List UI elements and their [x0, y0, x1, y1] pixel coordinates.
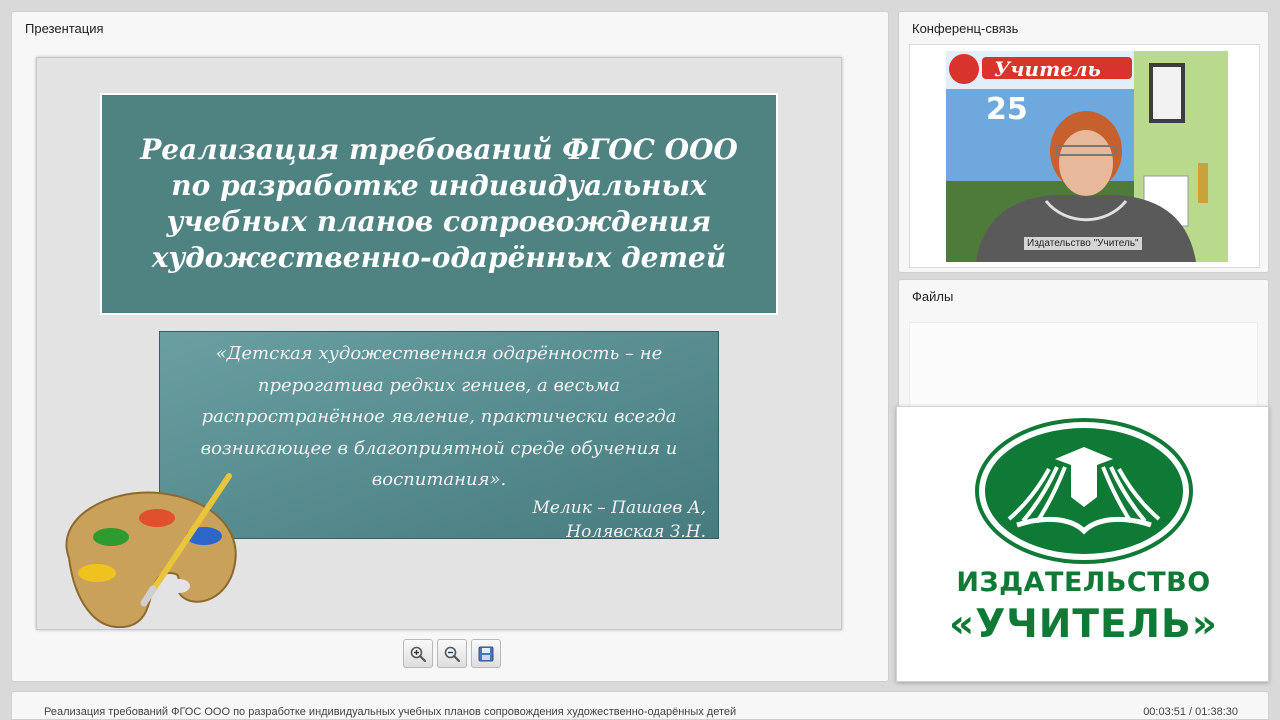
files-panel-title: Файлы: [912, 289, 954, 304]
logo-text-line1: ИЗДАТЕЛЬСТВО: [956, 567, 1211, 598]
slide-title-box: Реализация требований ФГОС ООО по разраб…: [100, 93, 778, 315]
presentation-panel: Презентация Реализация требований ФГОС О…: [11, 11, 889, 682]
zoom-out-button[interactable]: [437, 639, 467, 668]
video-stream-image: Учитель 25: [946, 51, 1228, 262]
conference-panel: Конференц-связь Учитель 25 Издательство …: [898, 11, 1269, 273]
publisher-logo-icon: [975, 418, 1193, 564]
zoom-out-icon: [444, 646, 461, 662]
footer-bar: Реализация требований ФГОС ООО по разраб…: [11, 691, 1269, 720]
presentation-slide: Реализация требований ФГОС ООО по разраб…: [36, 57, 842, 630]
paint-palette-icon: [65, 473, 237, 629]
slide-title: Реализация требований ФГОС ООО по разраб…: [140, 133, 738, 274]
video-feed[interactable]: Учитель 25 Издательство "Учитель": [946, 51, 1228, 262]
conference-panel-title: Конференц-связь: [912, 21, 1019, 36]
presentation-panel-title: Презентация: [25, 21, 104, 36]
save-button[interactable]: [471, 639, 501, 668]
save-icon: [478, 646, 494, 661]
zoom-in-button[interactable]: [403, 639, 433, 668]
presentation-toolbar: [403, 639, 501, 668]
footer-title: Реализация требований ФГОС ООО по разраб…: [44, 706, 737, 718]
publisher-logo-popup: ИЗДАТЕЛЬСТВО «УЧИТЕЛЬ»: [896, 406, 1269, 682]
zoom-in-icon: [410, 646, 427, 662]
footer-time: 00:03:51 / 01:38:30: [1143, 706, 1238, 718]
logo-text-line2: «УЧИТЕЛЬ»: [949, 602, 1218, 647]
video-container[interactable]: Учитель 25 Издательство "Учитель": [909, 44, 1260, 268]
svg-text:25: 25: [986, 92, 1028, 127]
slide-quote-author-1: Мелик – Пашаев А,: [532, 497, 706, 518]
slide-quote: «Детская художественная одарённость – не…: [200, 343, 678, 490]
video-label: Издательство "Учитель": [1024, 237, 1142, 250]
slide-quote-author-2: Нолявская З.Н.: [566, 522, 706, 543]
svg-text:Учитель: Учитель: [994, 57, 1101, 81]
